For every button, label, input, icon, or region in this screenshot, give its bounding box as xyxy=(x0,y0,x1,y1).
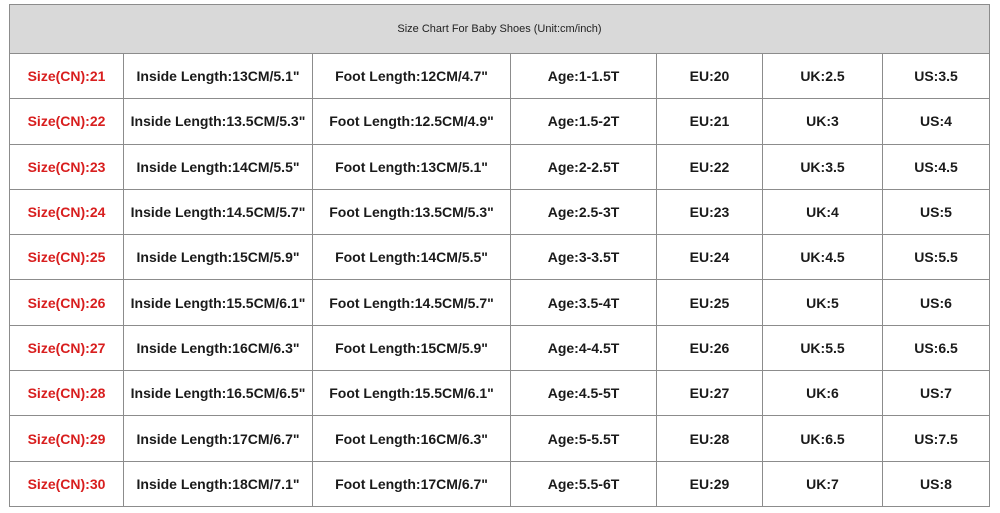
eu-size-cell: EU:23 xyxy=(656,188,763,236)
title-row: Size Chart For Baby Shoes (Unit:cm/inch) xyxy=(9,4,990,54)
uk-size-cell: UK:3.5 xyxy=(762,143,883,190)
inside-length-cell: Inside Length:15.5CM/6.1" xyxy=(123,279,313,326)
inside-length-cell: Inside Length:14CM/5.5" xyxy=(123,143,313,190)
eu-size-cell: EU:25 xyxy=(656,279,763,326)
chart-title: Size Chart For Baby Shoes (Unit:cm/inch) xyxy=(9,4,990,54)
size-cn-cell: Size(CN):30 xyxy=(9,460,124,508)
age-cell: Age:3.5-4T xyxy=(510,279,657,326)
size-rows: Size(CN):21 Inside Length:13CM/5.1" Foot L… xyxy=(9,52,990,508)
table-row: Size(CN):27 Inside Length:16CM/6.3" Foot L… xyxy=(9,324,990,372)
us-size-cell: US:4.5 xyxy=(882,143,990,190)
eu-size-cell: EU:20 xyxy=(656,52,763,100)
uk-size-cell: UK:4 xyxy=(762,188,883,236)
foot-length-cell: Foot Length:12CM/4.7" xyxy=(312,52,511,100)
table-row: Size(CN):25 Inside Length:15CM/5.9" Foot L… xyxy=(9,234,990,281)
us-size-cell: US:3.5 xyxy=(882,52,990,100)
foot-length-cell: Foot Length:13CM/5.1" xyxy=(312,143,511,190)
us-size-cell: US:4 xyxy=(882,98,990,145)
uk-size-cell: UK:3 xyxy=(762,98,883,145)
age-cell: Age:4-4.5T xyxy=(510,324,657,372)
age-cell: Age:5.5-6T xyxy=(510,460,657,508)
foot-length-cell: Foot Length:12.5CM/4.9" xyxy=(312,98,511,145)
inside-length-cell: Inside Length:14.5CM/5.7" xyxy=(123,188,313,236)
size-cn-cell: Size(CN):28 xyxy=(9,370,124,417)
eu-size-cell: EU:22 xyxy=(656,143,763,190)
inside-length-cell: Inside Length:16.5CM/6.5" xyxy=(123,370,313,417)
eu-size-cell: EU:28 xyxy=(656,415,763,462)
table-row: Size(CN):30 Inside Length:18CM/7.1" Foot L… xyxy=(9,460,990,508)
age-cell: Age:2.5-3T xyxy=(510,188,657,236)
age-cell: Age:3-3.5T xyxy=(510,234,657,281)
foot-length-cell: Foot Length:13.5CM/5.3" xyxy=(312,188,511,236)
foot-length-cell: Foot Length:15CM/5.9" xyxy=(312,324,511,372)
foot-length-cell: Foot Length:15.5CM/6.1" xyxy=(312,370,511,417)
table-row: Size(CN):21 Inside Length:13CM/5.1" Foot L… xyxy=(9,52,990,100)
age-cell: Age:1.5-2T xyxy=(510,98,657,145)
table-row: Size(CN):22 Inside Length:13.5CM/5.3" Foot… xyxy=(9,98,990,145)
uk-size-cell: UK:6.5 xyxy=(762,415,883,462)
uk-size-cell: UK:6 xyxy=(762,370,883,417)
table-row: Size(CN):26 Inside Length:15.5CM/6.1" Foot… xyxy=(9,279,990,326)
age-cell: Age:1-1.5T xyxy=(510,52,657,100)
eu-size-cell: EU:21 xyxy=(656,98,763,145)
us-size-cell: US:8 xyxy=(882,460,990,508)
uk-size-cell: UK:2.5 xyxy=(762,52,883,100)
size-cn-cell: Size(CN):22 xyxy=(9,98,124,145)
size-chart-table: Size Chart For Baby Shoes (Unit:cm/inch)… xyxy=(9,4,990,508)
uk-size-cell: UK:5.5 xyxy=(762,324,883,372)
inside-length-cell: Inside Length:17CM/6.7" xyxy=(123,415,313,462)
age-cell: Age:4.5-5T xyxy=(510,370,657,417)
inside-length-cell: Inside Length:16CM/6.3" xyxy=(123,324,313,372)
uk-size-cell: UK:7 xyxy=(762,460,883,508)
size-cn-cell: Size(CN):24 xyxy=(9,188,124,236)
foot-length-cell: Foot Length:14.5CM/5.7" xyxy=(312,279,511,326)
size-cn-cell: Size(CN):26 xyxy=(9,279,124,326)
inside-length-cell: Inside Length:15CM/5.9" xyxy=(123,234,313,281)
size-cn-cell: Size(CN):23 xyxy=(9,143,124,190)
us-size-cell: US:6.5 xyxy=(882,324,990,372)
inside-length-cell: Inside Length:13CM/5.1" xyxy=(123,52,313,100)
foot-length-cell: Foot Length:16CM/6.3" xyxy=(312,415,511,462)
foot-length-cell: Foot Length:17CM/6.7" xyxy=(312,460,511,508)
us-size-cell: US:7 xyxy=(882,370,990,417)
eu-size-cell: EU:24 xyxy=(656,234,763,281)
table-row: Size(CN):23 Inside Length:14CM/5.5" Foot L… xyxy=(9,143,990,190)
us-size-cell: US:6 xyxy=(882,279,990,326)
size-cn-cell: Size(CN):27 xyxy=(9,324,124,372)
us-size-cell: US:7.5 xyxy=(882,415,990,462)
us-size-cell: US:5.5 xyxy=(882,234,990,281)
table-row: Size(CN):28 Inside Length:16.5CM/6.5" Foot… xyxy=(9,370,990,417)
size-cn-cell: Size(CN):25 xyxy=(9,234,124,281)
eu-size-cell: EU:27 xyxy=(656,370,763,417)
eu-size-cell: EU:26 xyxy=(656,324,763,372)
table-row: Size(CN):29 Inside Length:17CM/6.7" Foot L… xyxy=(9,415,990,462)
inside-length-cell: Inside Length:18CM/7.1" xyxy=(123,460,313,508)
uk-size-cell: UK:4.5 xyxy=(762,234,883,281)
size-cn-cell: Size(CN):29 xyxy=(9,415,124,462)
age-cell: Age:2-2.5T xyxy=(510,143,657,190)
inside-length-cell: Inside Length:13.5CM/5.3" xyxy=(123,98,313,145)
uk-size-cell: UK:5 xyxy=(762,279,883,326)
us-size-cell: US:5 xyxy=(882,188,990,236)
size-cn-cell: Size(CN):21 xyxy=(9,52,124,100)
age-cell: Age:5-5.5T xyxy=(510,415,657,462)
table-row: Size(CN):24 Inside Length:14.5CM/5.7" Foot… xyxy=(9,188,990,236)
eu-size-cell: EU:29 xyxy=(656,460,763,508)
foot-length-cell: Foot Length:14CM/5.5" xyxy=(312,234,511,281)
